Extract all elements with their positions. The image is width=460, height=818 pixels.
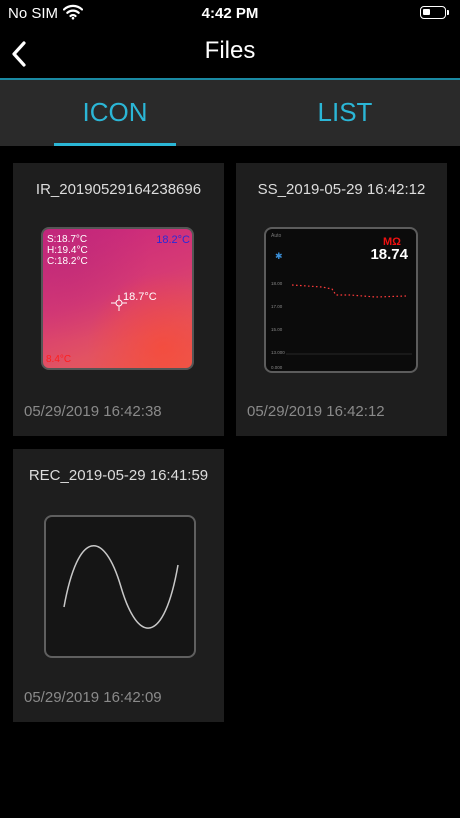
file-card-ss[interactable]: SS_2019-05-29 16:42:12 Auto MΩ 18.74 ✱ 1… [236,163,447,436]
ir-reading-center: C:18.2°C [47,256,88,267]
file-date: 05/29/2019 16:42:38 [24,403,162,420]
ir-max-temp: 18.2°C [156,234,190,246]
tab-icon-view[interactable]: ICON [0,80,230,146]
ir-min-temp: 8.4°C [46,354,72,365]
file-card-ir[interactable]: IR_20190529164238696 S:18.7°C H:19.4°C C… [13,163,224,436]
battery-level [423,9,430,15]
page-title: Files [204,37,256,64]
tab-list-view[interactable]: LIST [230,80,460,146]
file-name: REC_2019-05-29 16:41:59 [28,467,209,484]
recording-thumbnail [44,515,196,658]
file-date: 05/29/2019 16:42:09 [24,689,162,706]
file-name: IR_20190529164238696 [35,181,202,198]
sine-wave-icon [63,544,179,629]
thermal-image-thumbnail: S:18.7°C H:19.4°C C:18.2°C 18.2°C 18.7°C… [41,227,194,370]
trend-graph [286,284,412,355]
ir-reading-spot: S:18.7°C [47,234,88,245]
battery-icon [420,6,446,19]
navigation-bar: Files [0,28,460,78]
ir-reading-high: H:19.4°C [47,245,88,256]
status-bar: No SIM 4:42 PM [0,0,460,28]
screenshot-thumbnail: Auto MΩ 18.74 ✱ 18.00 17.00 15.00 13.000… [264,227,418,373]
file-date: 05/29/2019 16:42:12 [247,403,385,420]
battery-tip [447,10,449,15]
file-name: SS_2019-05-29 16:42:12 [257,181,426,198]
active-tab-indicator [54,143,176,146]
clock: 4:42 PM [201,5,259,22]
ir-center-temp: 18.7°C [123,291,157,303]
file-card-rec[interactable]: REC_2019-05-29 16:41:59 05/29/2019 16:42… [13,449,224,722]
tab-bar: ICON LIST [0,80,460,146]
